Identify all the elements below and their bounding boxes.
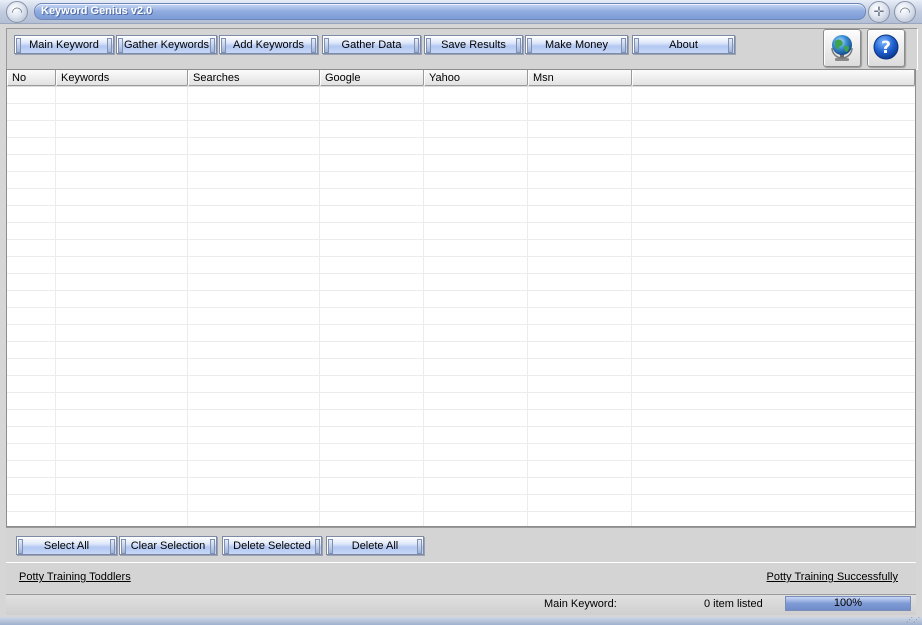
link-bar: Potty Training Toddlers Potty Training S… [6, 563, 916, 593]
delete-all-button[interactable]: Delete All [326, 536, 424, 555]
gather-keywords-button[interactable]: Gather Keywords [116, 35, 217, 54]
toolbar: Main Keyword Gather Keywords Add Keyword… [6, 28, 918, 70]
item-count-status: 0 item listed [704, 598, 763, 610]
main-keyword-status: Main Keyword: [544, 598, 617, 610]
progress-bar: 100% [785, 596, 911, 611]
delete-selected-button[interactable]: Delete Selected [222, 536, 322, 555]
column-header-google[interactable]: Google [320, 70, 424, 86]
maximize-button[interactable]: ✛ [868, 1, 890, 23]
select-all-button[interactable]: Select All [16, 536, 117, 555]
keyword-table[interactable]: No Keywords Searches Google Yahoo Msn [6, 69, 916, 527]
column-divider [319, 87, 320, 526]
svg-text:?: ? [881, 38, 891, 58]
help-button[interactable]: ? [867, 29, 905, 67]
system-menu-button[interactable]: ◠ [6, 1, 28, 23]
minimize-button[interactable]: ◠ [894, 1, 916, 23]
clear-selection-button[interactable]: Clear Selection [119, 536, 217, 555]
minimize-icon: ◠ [899, 4, 911, 19]
app-window: ◠ Keyword Genius v2.0 ✛ ◠ Main Keyword G… [0, 0, 922, 625]
window-bottom-edge: ⋰⋰ [0, 617, 922, 625]
table-body[interactable] [7, 87, 915, 526]
make-money-button[interactable]: Make Money [525, 35, 628, 54]
right-link[interactable]: Potty Training Successfully [767, 571, 898, 583]
column-header-no[interactable]: No [7, 70, 56, 86]
column-header-searches[interactable]: Searches [188, 70, 320, 86]
save-results-button[interactable]: Save Results [424, 35, 523, 54]
status-bar: Main Keyword: 0 item listed 100% [6, 594, 916, 615]
website-button[interactable] [823, 29, 861, 67]
column-header-yahoo[interactable]: Yahoo [424, 70, 528, 86]
column-divider [631, 87, 632, 526]
window-title: Keyword Genius v2.0 [41, 5, 153, 17]
resize-grip-icon[interactable]: ⋰⋰ [906, 617, 920, 624]
column-divider [527, 87, 528, 526]
about-button[interactable]: About [632, 35, 735, 54]
column-divider [423, 87, 424, 526]
main-keyword-button[interactable]: Main Keyword [14, 35, 114, 54]
add-keywords-button[interactable]: Add Keywords [219, 35, 318, 54]
gather-data-button[interactable]: Gather Data [322, 35, 421, 54]
column-header-filler [632, 70, 915, 86]
system-menu-icon: ◠ [11, 4, 23, 19]
column-divider [187, 87, 188, 526]
left-link[interactable]: Potty Training Toddlers [19, 571, 131, 583]
column-header-keywords[interactable]: Keywords [56, 70, 188, 86]
help-icon: ? [873, 34, 899, 60]
column-header-msn[interactable]: Msn [528, 70, 632, 86]
title-bar[interactable]: ◠ Keyword Genius v2.0 ✛ ◠ [0, 0, 922, 24]
title-pill: Keyword Genius v2.0 [34, 3, 866, 20]
action-bar: Select All Clear Selection Delete Select… [6, 527, 916, 563]
table-header: No Keywords Searches Google Yahoo Msn [7, 70, 915, 87]
progress-label: 100% [833, 597, 863, 609]
globe-icon [831, 35, 853, 61]
column-divider [55, 87, 56, 526]
maximize-icon: ✛ [873, 4, 885, 19]
